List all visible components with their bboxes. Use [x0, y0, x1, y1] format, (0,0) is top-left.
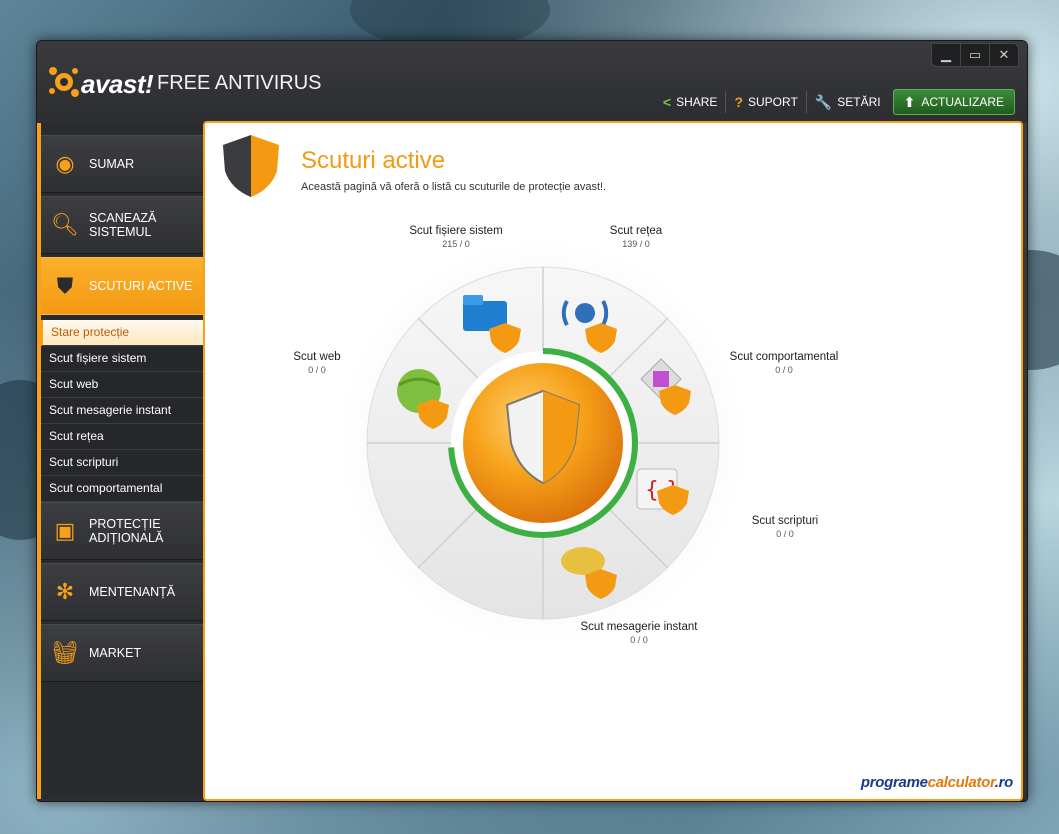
- app-window: avast! FREE ANTIVIRUS ▁ ▭ ✕ < SHARE ? SU…: [36, 40, 1028, 802]
- shield-count: 139 / 0: [622, 239, 650, 249]
- share-icon: <: [662, 94, 672, 110]
- watermark: programecalculator.ro: [861, 774, 1013, 791]
- sidebar-item-additional-protection[interactable]: ▣ PROTECȚIE ADIȚIONALĂ: [41, 502, 206, 560]
- shield-count: 0 / 0: [775, 365, 793, 375]
- shield-label-web[interactable]: Scut web 0 / 0: [277, 351, 357, 375]
- share-label: SHARE: [676, 95, 718, 109]
- sidebar-item-maintenance[interactable]: ✻ MENTENANȚĂ: [41, 563, 206, 621]
- update-button[interactable]: ⬆ ACTUALIZARE: [892, 89, 1015, 115]
- gear-icon: ✻: [55, 579, 75, 604]
- subnav-item-im-shield[interactable]: Scut mesagerie instant: [41, 398, 206, 424]
- shield-icon: ⛊: [56, 273, 74, 298]
- sidebar-item-label: SUMAR: [89, 157, 135, 171]
- sidebar: ◉ SUMAR 🔍︎ SCANEAZĂ SISTEMUL ⛊ SCUTURI A…: [37, 123, 206, 799]
- up-arrow-icon: ⬆: [903, 93, 916, 110]
- brand-name: avast!: [81, 69, 154, 99]
- shield-label-behavior[interactable]: Scut comportamental 0 / 0: [719, 351, 849, 375]
- support-link[interactable]: ? SUPORT: [725, 91, 805, 113]
- basket-icon: 🧺︎: [51, 640, 79, 665]
- minimize-button[interactable]: ▁: [932, 44, 960, 66]
- share-link[interactable]: < SHARE: [655, 91, 726, 113]
- support-label: SUPORT: [748, 95, 798, 109]
- subnav-item-file-system-shield[interactable]: Scut fișiere sistem: [41, 346, 206, 372]
- shield-count: 0 / 0: [630, 635, 648, 645]
- subnav-item-protection-status[interactable]: Stare protecție: [41, 320, 206, 346]
- settings-link[interactable]: 🔧 SETĂRI: [805, 91, 889, 113]
- eye-icon: ◉: [55, 151, 75, 176]
- shield-count: 0 / 0: [308, 365, 326, 375]
- sidebar-item-label: SCUTURI ACTIVE: [89, 279, 193, 293]
- subnav-item-network-shield[interactable]: Scut rețea: [41, 424, 206, 450]
- sidebar-item-scan[interactable]: 🔍︎ SCANEAZĂ SISTEMUL: [41, 196, 206, 254]
- main-panel: Scuturi active Această pagină vă oferă o…: [203, 121, 1023, 801]
- settings-label: SETĂRI: [837, 95, 881, 109]
- subnav-item-behavior-shield[interactable]: Scut comportamental: [41, 476, 206, 502]
- shield-count: 0 / 0: [776, 529, 794, 539]
- sidebar-item-label: SCANEAZĂ SISTEMUL: [89, 211, 157, 239]
- product-name: FREE ANTIVIRUS: [157, 72, 322, 94]
- avast-logo-icon: [49, 67, 79, 97]
- shield-name: Scut fișiere sistem: [409, 225, 503, 237]
- watermark-part: programe: [860, 774, 928, 791]
- shield-name: Scut scripturi: [751, 515, 819, 527]
- shield-count: 215 / 0: [442, 239, 470, 249]
- watermark-part: .ro: [994, 774, 1014, 791]
- close-button[interactable]: ✕: [989, 44, 1018, 66]
- subnav-item-web-shield[interactable]: Scut web: [41, 372, 206, 398]
- title-bar: avast! FREE ANTIVIRUS ▁ ▭ ✕ < SHARE ? SU…: [37, 41, 1027, 123]
- update-label: ACTUALIZARE: [921, 95, 1004, 109]
- square-icon: ▣: [54, 518, 76, 543]
- shield-label-im[interactable]: Scut mesagerie instant 0 / 0: [569, 621, 709, 645]
- shield-name: Scut rețea: [609, 225, 663, 237]
- magnifier-icon: 🔍︎: [51, 212, 79, 237]
- shield-name: Scut mesagerie instant: [580, 621, 698, 633]
- shield-label-script[interactable]: Scut scripturi 0 / 0: [735, 515, 835, 539]
- shield-wheel: { } Scut fișiere sistem 215 / 0 Scut reț…: [205, 123, 1021, 799]
- shield-label-file-system[interactable]: Scut fișiere sistem 215 / 0: [401, 225, 511, 249]
- sidebar-item-label: MENTENANȚĂ: [89, 585, 176, 599]
- shield-label-network[interactable]: Scut rețea 139 / 0: [591, 225, 681, 249]
- wrench-icon: 🔧: [814, 93, 833, 110]
- question-icon: ?: [734, 94, 743, 110]
- sidebar-item-summary[interactable]: ◉ SUMAR: [41, 135, 206, 193]
- sidebar-item-label: MARKET: [89, 646, 142, 660]
- sidebar-item-label: PROTECȚIE ADIȚIONALĂ: [89, 517, 164, 545]
- sidebar-subnav: Stare protecție Scut fișiere sistem Scut…: [41, 318, 206, 502]
- shield-name: Scut comportamental: [729, 351, 839, 363]
- top-navigation: < SHARE ? SUPORT 🔧 SETĂRI ⬆ ACTUALIZARE: [655, 89, 1015, 115]
- subnav-item-script-shield[interactable]: Scut scripturi: [41, 450, 206, 476]
- maximize-button[interactable]: ▭: [960, 44, 989, 66]
- watermark-part: calculator: [927, 774, 995, 791]
- shield-name: Scut web: [293, 351, 341, 363]
- window-controls: ▁ ▭ ✕: [931, 43, 1019, 67]
- sidebar-item-active-shields[interactable]: ⛊ SCUTURI ACTIVE: [41, 257, 206, 315]
- sidebar-item-market[interactable]: 🧺︎ MARKET: [41, 624, 206, 682]
